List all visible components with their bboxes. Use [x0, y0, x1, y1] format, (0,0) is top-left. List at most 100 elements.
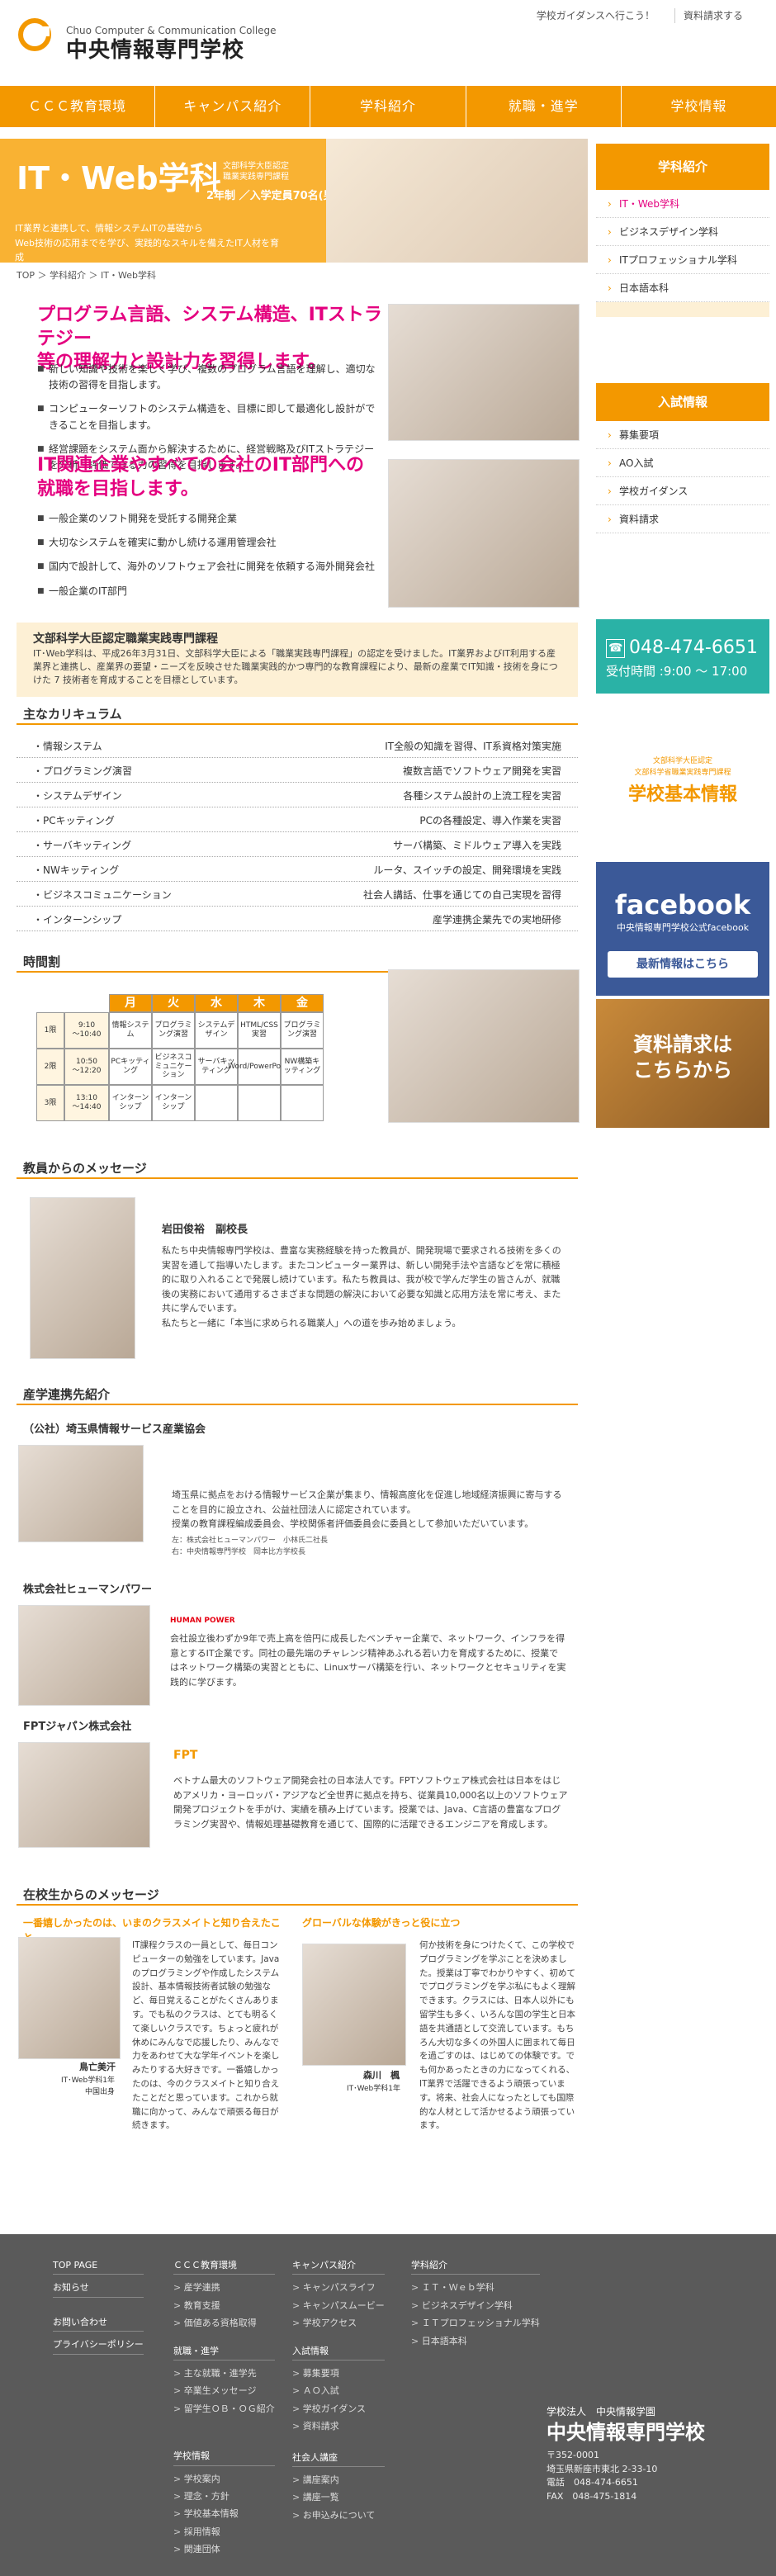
footer-link[interactable]: 価値ある資格取得	[173, 2317, 275, 2329]
curriculum-desc: PCの各種設定、導入作業を実習	[419, 815, 561, 826]
footer-link-privacy[interactable]: プライバシーポリシー	[53, 2338, 144, 2355]
footer-link[interactable]: お申込みについて	[292, 2509, 385, 2522]
footer-link[interactable]: ビジネスデザイン学科	[411, 2299, 540, 2312]
timetable-cell: インターンシップ	[152, 1085, 195, 1121]
nav-item-career[interactable]: 就職・進学	[466, 86, 622, 127]
curriculum-row: ・ビジネスコミュニケーション 社会人講話、仕事を通じての自己実現を習得	[17, 883, 578, 907]
list-item: 一般企業のソフト開発を受託する開発企業	[37, 511, 384, 527]
breadcrumb-top[interactable]: TOP	[17, 270, 35, 281]
student-class: IT･Web学科1年 中国出身	[61, 2076, 115, 2096]
footer-link[interactable]: 資料請求	[292, 2420, 385, 2432]
guidance-link[interactable]: 学校ガイダンスへ行こう！	[528, 8, 663, 23]
hero-photo	[326, 139, 588, 263]
footer-link[interactable]: 学校ガイダンス	[292, 2403, 385, 2415]
facebook-banner[interactable]: facebook 中央情報専門学校公式facebook 最新情報はこちら	[596, 862, 769, 996]
basic-info-title: 学校基本情報	[627, 784, 737, 805]
footer-heading[interactable]: ＣＣＣ教育環境	[173, 2259, 275, 2275]
industry-heading: 産学連携先紹介	[23, 1387, 111, 1402]
divider	[17, 1904, 578, 1906]
footer-link[interactable]: キャンパスライフ	[292, 2281, 385, 2294]
footer-link[interactable]: ＡＯ入試	[292, 2384, 385, 2397]
nav-item-school-info[interactable]: 学校情報	[622, 86, 776, 127]
period-time: 10:50 〜12:20	[64, 1049, 109, 1085]
hero-banner: IT・Web学科 文部科学大臣認定 職業実践専門課程 2年制 ／入学定員70名(…	[0, 139, 588, 263]
footer-col-4: 学科紹介 ＩＴ・Ｗｅｂ学科 ビジネスデザイン学科 ＩＴプロフェッショナル学科 日…	[411, 2259, 540, 2352]
timetable-cell: 情報システム	[109, 1012, 152, 1049]
footer-link[interactable]: 産学連携	[173, 2281, 275, 2294]
photo-caption: 左：株式会社ヒューマンパワー 小林氏二社長 右：中央情報専門学校 岡本比方学校長	[172, 1537, 329, 1556]
phone-hours: 受付時間 :9:00 〜 17:00	[606, 664, 748, 679]
footer-link[interactable]: キャンパスムービー	[292, 2299, 385, 2312]
footer-link[interactable]: 留学生ＯＢ・ＯＧ紹介	[173, 2403, 275, 2415]
breadcrumb: TOP ＞ 学科紹介 ＞ IT・Web学科	[17, 270, 156, 281]
footer-heading[interactable]: 入試情報	[292, 2345, 385, 2361]
footer-link[interactable]: 講座一覧	[292, 2491, 385, 2503]
footer-link-top[interactable]: TOP PAGE	[53, 2259, 144, 2275]
timetable-cell	[195, 1085, 238, 1121]
phone-number: 048-474-6651	[629, 637, 758, 658]
sidebar-item-it-web[interactable]: IT・Web学科	[596, 190, 769, 218]
list-item: 国内で設計して、海外のソフトウェア会社に開発を依頼する海外開発会社	[37, 559, 384, 575]
footer-link[interactable]: 理念・方針	[173, 2490, 275, 2503]
student-class: IT･Web学科1年	[347, 2085, 400, 2093]
request-link[interactable]: 資料請求する	[674, 8, 751, 23]
footer-link[interactable]: 講座案内	[292, 2474, 385, 2486]
curriculum-name: ・PCキッティング	[33, 815, 115, 826]
footer-link[interactable]: 学校案内	[173, 2473, 275, 2485]
facebook-logo: facebook	[614, 889, 751, 921]
sidebar-item-requirements[interactable]: 募集要項	[596, 421, 769, 449]
students-heading: 在校生からのメッセージ	[23, 1887, 159, 1902]
sidebar-item-it-professional[interactable]: ITプロフェッショナル学科	[596, 246, 769, 274]
footer-link[interactable]: 主な就職・進学先	[173, 2367, 275, 2379]
footer-heading[interactable]: 社会人講座	[292, 2451, 385, 2467]
footer-heading[interactable]: キャンパス紹介	[292, 2259, 385, 2275]
footer-link-contact[interactable]: お問い合わせ	[53, 2316, 144, 2332]
footer-link[interactable]: 学校アクセス	[292, 2317, 385, 2329]
phone-box[interactable]: ☎ 048-474-6651 受付時間 :9:00 〜 17:00	[596, 619, 769, 694]
footer-link[interactable]: 関連団体	[173, 2543, 275, 2555]
curriculum-desc: 産学連携企業先での実地研修	[432, 914, 561, 926]
sidebar-item-ao[interactable]: AO入試	[596, 449, 769, 477]
footer-link[interactable]: ＩＴプロフェッショナル学科	[411, 2317, 540, 2329]
company-name: （公社）埼玉県情報サービス産業協会	[23, 1423, 206, 1436]
footer-street: 埼玉県新座市東北 2-33-10	[547, 2463, 658, 2474]
footer-link[interactable]: 卒業生メッセージ	[173, 2384, 275, 2397]
curriculum-row: ・サーバキッティング サーバ構築、ミドルウェア導入を実践	[17, 834, 578, 857]
company-name: 株式会社ヒューマンパワー	[23, 1584, 153, 1596]
curriculum-row: ・情報システム IT全般の知識を習得、IT系資格対策実施	[17, 735, 578, 758]
footer-heading[interactable]: 学校情報	[173, 2450, 275, 2466]
footer-link-news[interactable]: お知らせ	[53, 2281, 144, 2298]
footer-link[interactable]: 教育支援	[173, 2299, 275, 2312]
facebook-button[interactable]: 最新情報はこちら	[608, 951, 758, 978]
curriculum-desc: 複数言語でソフトウェア開発を実習	[402, 765, 561, 777]
sidebar-item-request[interactable]: 資料請求	[596, 505, 769, 533]
nav-item-departments[interactable]: 学科紹介	[310, 86, 466, 127]
footer-link[interactable]: 学校基本情報	[173, 2507, 275, 2520]
timetable-cell: NW構築キッティング	[281, 1049, 324, 1085]
footer-heading[interactable]: 学科紹介	[411, 2259, 540, 2275]
sidebar-admissions: 入試情報 募集要項 AO入試 学校ガイダンス 資料請求	[596, 383, 769, 545]
logo-title[interactable]: 中央情報専門学校	[66, 35, 244, 67]
footer-heading[interactable]: 就職・進学	[173, 2345, 275, 2361]
nav-item-environment[interactable]: ＣＣＣ教育環境	[0, 86, 156, 127]
school-logo-icon[interactable]	[18, 18, 51, 51]
basic-info-banner[interactable]: 文部科学大臣認定 文部科学省職業実践専門課程 学校基本情報	[596, 715, 769, 847]
footer-link[interactable]: ＩＴ・Ｗｅｂ学科	[411, 2281, 540, 2294]
mext-heading: 文部科学大臣認定職業実践専門課程	[33, 632, 218, 646]
footer-link[interactable]: 採用情報	[173, 2526, 275, 2538]
footer-link[interactable]: 募集要項	[292, 2367, 385, 2379]
partner-photo	[18, 1445, 144, 1542]
curriculum-name: ・インターンシップ	[33, 914, 122, 926]
request-banner[interactable]: 資料請求は こちらから	[596, 999, 769, 1128]
breadcrumb-departments[interactable]: 学科紹介	[50, 270, 86, 281]
footer-zip: 〒352-0001	[547, 2450, 599, 2460]
curriculum-heading: 主なカリキュラム	[23, 707, 122, 722]
sidebar-item-business-design[interactable]: ビジネスデザイン学科	[596, 218, 769, 246]
footer-school-name[interactable]: 中央情報専門学校	[547, 2417, 705, 2447]
nav-item-campus[interactable]: キャンパス紹介	[155, 86, 311, 127]
footer-link[interactable]: 日本語本科	[411, 2335, 540, 2347]
curriculum-name: ・プログラミング演習	[33, 765, 133, 777]
section2-heading: IT関連企業やすべての会社のIT部門への 就職を目指します。	[37, 455, 364, 500]
sidebar-item-japanese[interactable]: 日本語本科	[596, 274, 769, 302]
sidebar-item-guidance[interactable]: 学校ガイダンス	[596, 477, 769, 505]
